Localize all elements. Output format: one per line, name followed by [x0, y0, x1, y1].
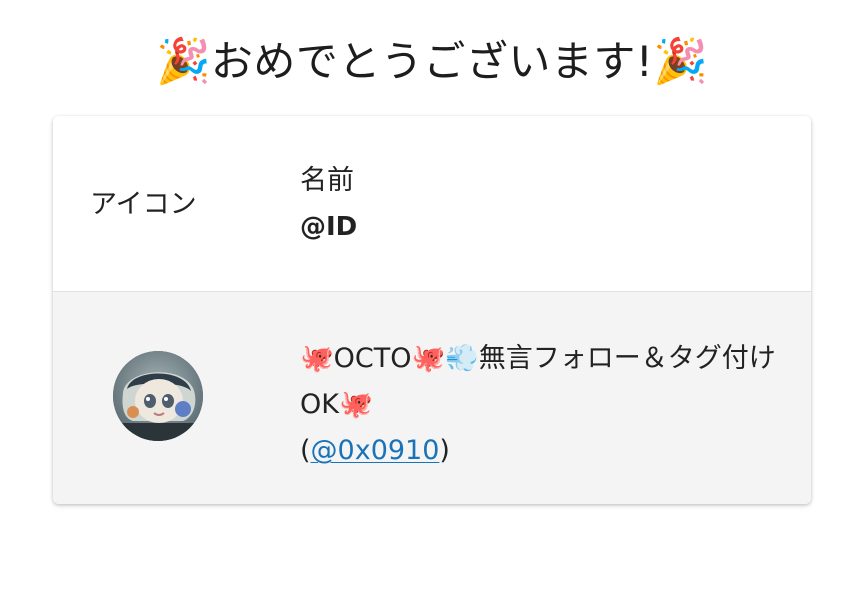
handle-suffix: )	[439, 435, 450, 466]
avatar-image	[113, 351, 203, 441]
page: 🎉 おめでとうございます! 🎉 アイコン 名前 @ID 🐙OCTO🐙💨無言フォロ…	[0, 0, 864, 604]
name-column-header: 名前	[300, 165, 354, 196]
congratulations-heading: 🎉 おめでとうございます! 🎉	[0, 22, 864, 102]
page-title: おめでとうございます!	[210, 37, 654, 86]
avatar	[113, 351, 203, 441]
user-handle-link[interactable]: @0x0910	[311, 435, 440, 466]
user-display-name: 🐙OCTO🐙💨無言フォロー＆タグ付けOK🐙	[300, 343, 776, 420]
table-row: 🐙OCTO🐙💨無言フォロー＆タグ付けOK🐙 (@0x0910)	[53, 292, 811, 504]
party-popper-icon: 🎉	[156, 36, 211, 87]
user-handle-line: (@0x0910)	[300, 428, 790, 474]
result-table-card: アイコン 名前 @ID 🐙OCTO🐙💨無言フォロー＆タグ付けOK🐙 (@0x09…	[53, 116, 811, 504]
party-popper-icon: 🎉	[653, 36, 708, 87]
handle-prefix: (	[300, 435, 311, 466]
table-header-row: アイコン 名前 @ID	[53, 116, 811, 292]
user-entry: 🐙OCTO🐙💨無言フォロー＆タグ付けOK🐙 (@0x0910)	[300, 336, 790, 474]
icon-column-header: アイコン	[90, 189, 197, 220]
id-column-header: @ID	[300, 212, 358, 242]
